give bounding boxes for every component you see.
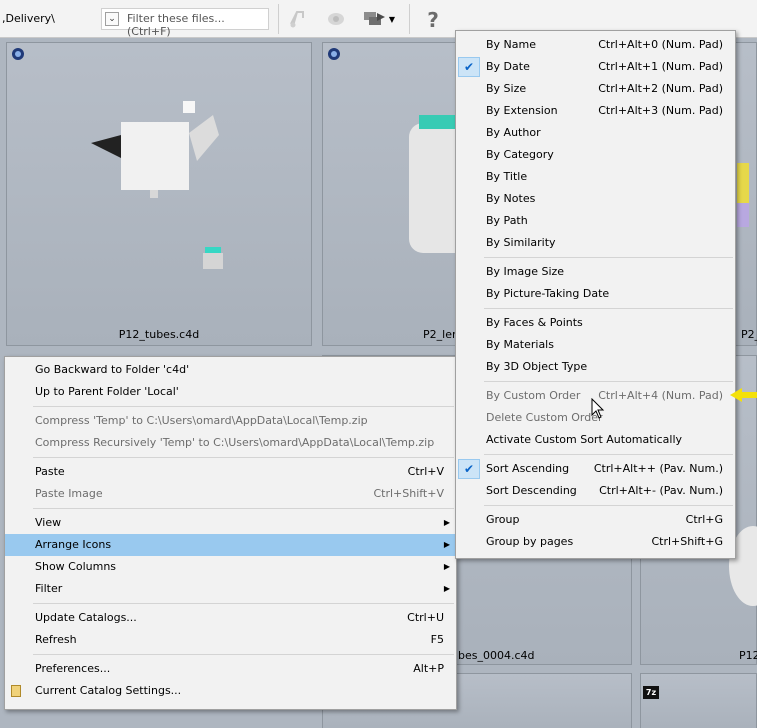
submenu-arrow-icon: ▶	[443, 540, 450, 549]
menu-item-arrange-icons[interactable]: Arrange Icons ▶	[5, 534, 456, 556]
eye-icon	[328, 13, 344, 25]
help-icon: ?	[427, 8, 439, 31]
submenu-item-by-extension[interactable]: By Extension Ctrl+Alt+3 (Num. Pad)	[456, 100, 735, 122]
menu-item-go-backward[interactable]: Go Backward to Folder 'c4d'	[5, 359, 456, 381]
submenu-arrow-icon: ▶	[443, 562, 450, 571]
thumbnail-image	[409, 115, 463, 253]
menu-separator	[33, 508, 454, 509]
menu-item-paste-image[interactable]: Paste Image Ctrl+Shift+V	[5, 483, 456, 505]
chevron-down-icon[interactable]: ▼	[389, 15, 395, 24]
menu-item-refresh[interactable]: Refresh F5	[5, 629, 456, 651]
submenu-item-sort-descending[interactable]: Sort Descending Ctrl+Alt+- (Pav. Num.)	[456, 480, 735, 502]
submenu-item-by-notes[interactable]: By Notes	[456, 188, 735, 210]
menu-item-up-to-parent[interactable]: Up to Parent Folder 'Local'	[5, 381, 456, 403]
filter-input[interactable]: ⌄ Filter these files... (Ctrl+F)	[101, 8, 269, 38]
menu-item-catalog-settings[interactable]: Current Catalog Settings...	[5, 680, 456, 702]
submenu-item-by-picture-date[interactable]: By Picture-Taking Date	[456, 283, 735, 305]
menu-item-update-catalogs[interactable]: Update Catalogs... Ctrl+U	[5, 607, 456, 629]
menu-item-compress-recursively[interactable]: Compress Recursively 'Temp' to C:\Users\…	[5, 432, 456, 454]
help-button[interactable]: ?	[418, 5, 448, 33]
menu-separator	[33, 654, 454, 655]
submenu-arrow-icon: ▶	[443, 518, 450, 527]
preview-button[interactable]	[322, 5, 350, 33]
submenu-item-by-path[interactable]: By Path	[456, 210, 735, 232]
annotation-arrow-icon	[730, 388, 757, 402]
submenu-item-by-image-size[interactable]: By Image Size	[456, 261, 735, 283]
submenu-item-group-by-pages[interactable]: Group by pages Ctrl+Shift+G	[456, 531, 735, 553]
submenu-item-by-name[interactable]: By Name Ctrl+Alt+0 (Num. Pad)	[456, 34, 735, 56]
submenu-item-group[interactable]: Group Ctrl+G	[456, 509, 735, 531]
arrange-icons-submenu: By Name Ctrl+Alt+0 (Num. Pad) ✔ By Date Ctr…	[455, 30, 736, 559]
submenu-item-by-category[interactable]: By Category	[456, 144, 735, 166]
7z-archive-icon: 7z	[643, 686, 659, 699]
submenu-item-by-date[interactable]: ✔ By Date Ctrl+Alt+1 (Num. Pad)	[456, 56, 735, 78]
sound-icon	[290, 11, 304, 28]
mouse-cursor-icon	[591, 398, 605, 419]
submenu-item-by-3d-object-type[interactable]: By 3D Object Type	[456, 356, 735, 378]
menu-separator	[484, 381, 733, 382]
menu-separator	[33, 457, 454, 458]
menu-separator	[484, 257, 733, 258]
filter-dropdown-icon[interactable]: ⌄	[105, 12, 119, 26]
submenu-item-by-materials[interactable]: By Materials	[456, 334, 735, 356]
check-icon: ✔	[464, 462, 475, 476]
submenu-item-by-faces-points[interactable]: By Faces & Points	[456, 312, 735, 334]
menu-separator	[484, 454, 733, 455]
context-menu: Go Backward to Folder 'c4d' Up to Parent…	[4, 356, 457, 710]
submenu-item-by-similarity[interactable]: By Similarity	[456, 232, 735, 254]
sound-button[interactable]	[284, 5, 312, 33]
menu-item-filter[interactable]: Filter ▶	[5, 578, 456, 600]
menu-separator	[484, 505, 733, 506]
check-icon: ✔	[464, 60, 475, 74]
menu-item-show-columns[interactable]: Show Columns ▶	[5, 556, 456, 578]
menu-separator	[33, 406, 454, 407]
svg-text:?: ?	[427, 8, 439, 31]
arrange-button[interactable]: ▼	[358, 5, 398, 33]
thumbnail-label: P12_tubes.c4d	[118, 328, 200, 341]
menu-item-paste[interactable]: Paste Ctrl+V	[5, 461, 456, 483]
thumbnail-tile[interactable]: P12_tubes.c4d	[6, 42, 312, 346]
menu-separator	[33, 603, 454, 604]
thumbnail-label: P12	[739, 649, 757, 662]
submenu-item-by-title[interactable]: By Title	[456, 166, 735, 188]
filter-placeholder: Filter these files... (Ctrl+F)	[127, 12, 225, 38]
menu-item-compress[interactable]: Compress 'Temp' to C:\Users\omard\AppDat…	[5, 410, 456, 432]
toolbar-separator	[409, 4, 410, 34]
thumbnail-image	[91, 101, 223, 269]
catalog-settings-icon	[11, 685, 21, 697]
arrange-icon	[363, 12, 385, 25]
menu-item-view[interactable]: View ▶	[5, 512, 456, 534]
folder-path: ,Delivery\	[2, 12, 55, 25]
submenu-item-by-size[interactable]: By Size Ctrl+Alt+2 (Num. Pad)	[456, 78, 735, 100]
thumbnail-label: ubes_0004.c4d	[451, 649, 535, 662]
thumbnail-tile[interactable]: 7z	[640, 673, 757, 728]
thumbnail-label: P2_	[741, 328, 757, 341]
submenu-arrow-icon: ▶	[443, 584, 450, 593]
submenu-item-activate-custom-sort[interactable]: Activate Custom Sort Automatically	[456, 429, 735, 451]
menu-item-preferences[interactable]: Preferences... Alt+P	[5, 658, 456, 680]
submenu-item-by-author[interactable]: By Author	[456, 122, 735, 144]
toolbar-separator	[278, 4, 279, 34]
menu-separator	[484, 308, 733, 309]
submenu-item-sort-ascending[interactable]: ✔ Sort Ascending Ctrl+Alt++ (Pav. Num.)	[456, 458, 735, 480]
